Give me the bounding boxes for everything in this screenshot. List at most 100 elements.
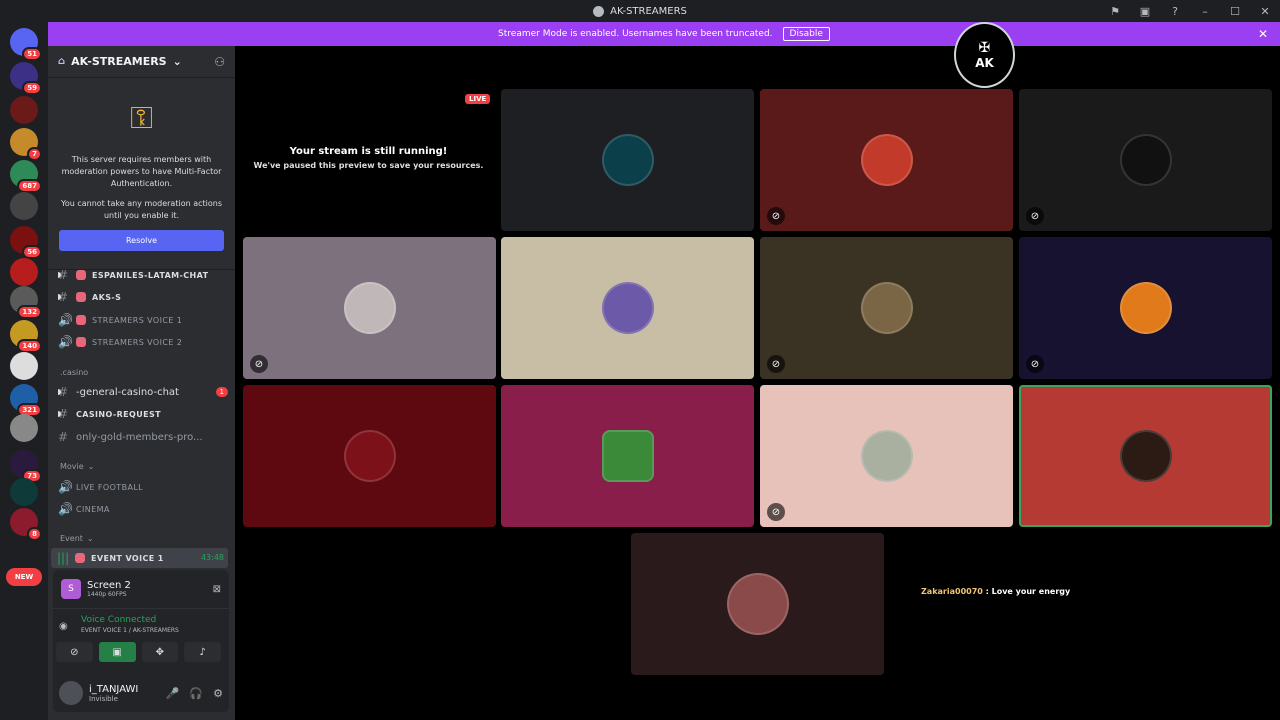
category-casino[interactable]: .casino [60, 368, 88, 377]
participant-tile[interactable]: ⊘ [760, 237, 1013, 379]
voice-channel-streamers-2[interactable]: 🔊 STREAMERS VOICE 2 [58, 333, 228, 351]
voice-channel-event-active[interactable]: ||| EVENT VOICE 1 43:48 [51, 548, 228, 568]
mute-icon: ⊘ [1026, 355, 1044, 373]
eagle-icon: ✠ [978, 40, 991, 56]
participant-tile[interactable]: ⊘ [243, 237, 496, 379]
category-event[interactable]: Event ⌄ [60, 534, 94, 543]
disable-button[interactable]: Disable [782, 27, 830, 41]
voice-stage: LIVE Your stream is still running! We've… [235, 46, 1280, 720]
server-icon[interactable]: 8 [10, 508, 42, 541]
camera-off-icon: ⊘ [767, 207, 785, 225]
share-screen-button[interactable]: ▣ [98, 642, 136, 662]
voice-channel-streamers-1[interactable]: 🔊 STREAMERS VOICE 1 [58, 311, 228, 329]
chevron-down-icon: ⌄ [172, 55, 182, 68]
server-icon[interactable] [10, 96, 38, 124]
stop-stream-icon[interactable]: ⊠ [213, 584, 221, 595]
avatar [601, 430, 654, 482]
camera-off-icon: ⊘ [1026, 207, 1044, 225]
server-name: AK-STREAMERS [71, 55, 167, 68]
participant-tile[interactable]: ⊘ [760, 89, 1013, 231]
voice-timer: 43:48 [200, 553, 224, 562]
server-icon[interactable]: 140 [10, 320, 42, 353]
mute-icon: ⊘ [767, 355, 785, 373]
server-icon[interactable] [10, 414, 38, 442]
stream-avatar: S [61, 579, 81, 599]
channel-gold-members[interactable]: # only-gold-members-pro... [58, 428, 228, 446]
headphones-icon[interactable]: 🎧 [189, 687, 203, 700]
banner-text: Streamer Mode is enabled. Usernames have… [498, 29, 773, 39]
inbox-icon[interactable]: ⚑ [1100, 5, 1130, 18]
avatar [1119, 282, 1172, 334]
resolve-button[interactable]: Resolve [59, 230, 224, 251]
streamer-mode-banner: Streamer Mode is enabled. Usernames have… [48, 22, 1280, 46]
invite-icon[interactable]: ⚇ [214, 55, 225, 69]
voice-panel: ◉ Voice Connected EVENT VOICE 1 / AK-STR… [53, 608, 229, 674]
user-status: Invisible [89, 694, 118, 703]
avatar [726, 573, 789, 635]
minimize-button[interactable]: – [1190, 5, 1220, 18]
category-movie[interactable]: Movie ⌄ [60, 462, 94, 471]
key-icon: ⚿ [130, 100, 153, 136]
new-badge[interactable]: NEW [6, 568, 42, 586]
voice-channel-cinema[interactable]: 🔊 CINEMA [58, 500, 228, 518]
user-panel: i_TANJAWI Invisible 🎤 🎧 ⚙ [53, 674, 229, 712]
server-icon[interactable] [10, 258, 38, 286]
server-icon[interactable]: 7 [10, 128, 42, 161]
server-list: 51 59 7 687 56 132 140 321 73 8 NEW [0, 22, 48, 720]
camera-off-icon: ⊘ [767, 503, 785, 521]
close-window-button[interactable]: ✕ [1250, 5, 1280, 18]
channel-casino-request[interactable]: # CASINO-REQUEST [58, 405, 228, 423]
participant-tile-speaking[interactable] [1019, 385, 1272, 527]
help-icon[interactable]: ? [1160, 5, 1190, 18]
avatar [860, 430, 913, 482]
avatar [1119, 430, 1172, 482]
stream-quality: 1440p 60FPS [87, 591, 127, 598]
stream-paused-message: Your stream is still running! We've paus… [253, 146, 484, 170]
mfa-notice: ⚿ This server requires members with mode… [48, 78, 235, 259]
stream-title: Screen 2 [87, 580, 131, 591]
channel-general-casino[interactable]: # -general-casino-chat 1 [58, 383, 228, 401]
avatar [601, 282, 654, 334]
participant-tile[interactable]: ⊘ [1019, 89, 1272, 231]
server-icon[interactable]: 59 [10, 62, 42, 95]
avatar[interactable] [59, 681, 83, 705]
maximize-button[interactable]: ☐ [1220, 5, 1250, 18]
server-icon[interactable]: 321 [10, 384, 42, 417]
signal-icon[interactable]: ◉ [59, 621, 68, 632]
stream-panel: S Screen 2 1440p 60FPS ⊠ [53, 570, 229, 608]
mfa-text: You cannot take any moderation actions u… [61, 199, 222, 220]
server-icon[interactable]: 132 [10, 286, 42, 319]
username: i_TANJAWI [89, 683, 139, 695]
ak-logo-badge: ✠ AK [954, 22, 1015, 88]
chat-overlay-message: Zakaria00070 : Love your energy [921, 587, 1071, 596]
participant-tile[interactable]: ⊘ [1019, 237, 1272, 379]
voice-channel-live-football[interactable]: 🔊 LIVE FOOTBALL [58, 478, 228, 496]
participant-tile[interactable] [501, 89, 754, 231]
voice-status[interactable]: Voice Connected [81, 615, 221, 625]
server-header[interactable]: ⌂ AK-STREAMERS ⌄ ⚇ [48, 46, 235, 78]
server-icon[interactable]: 687 [10, 160, 42, 193]
participant-tile[interactable] [243, 385, 496, 527]
avatar [601, 134, 654, 186]
server-icon[interactable] [10, 352, 38, 380]
server-icon[interactable]: 56 [10, 226, 42, 259]
participant-tile[interactable] [631, 533, 884, 675]
microphone-icon[interactable]: 🎤 [166, 687, 180, 700]
channel-aks[interactable]: # AKS-S [58, 288, 228, 306]
channel-espaniles[interactable]: # ESPANILES-LATAM-CHAT [58, 266, 228, 284]
server-boost-icon: ⌂ [58, 56, 66, 67]
activities-button[interactable]: ✥ [141, 642, 179, 662]
stream-icon[interactable]: ▣ [1130, 5, 1160, 18]
participant-tile[interactable] [501, 385, 754, 527]
server-icon[interactable] [10, 192, 38, 220]
server-icon[interactable] [10, 478, 38, 506]
soundboard-button[interactable]: ♪ [184, 642, 221, 662]
participant-tile[interactable] [501, 237, 754, 379]
participant-tile[interactable]: ⊘ [760, 385, 1013, 527]
live-badge: LIVE [465, 94, 491, 104]
camera-off-button[interactable]: ⊘ [56, 642, 93, 662]
direct-messages-icon[interactable]: 51 [10, 28, 42, 61]
gear-icon[interactable]: ⚙ [213, 687, 223, 700]
server-icon[interactable]: 73 [10, 450, 42, 483]
close-icon[interactable]: ✕ [1258, 27, 1268, 41]
